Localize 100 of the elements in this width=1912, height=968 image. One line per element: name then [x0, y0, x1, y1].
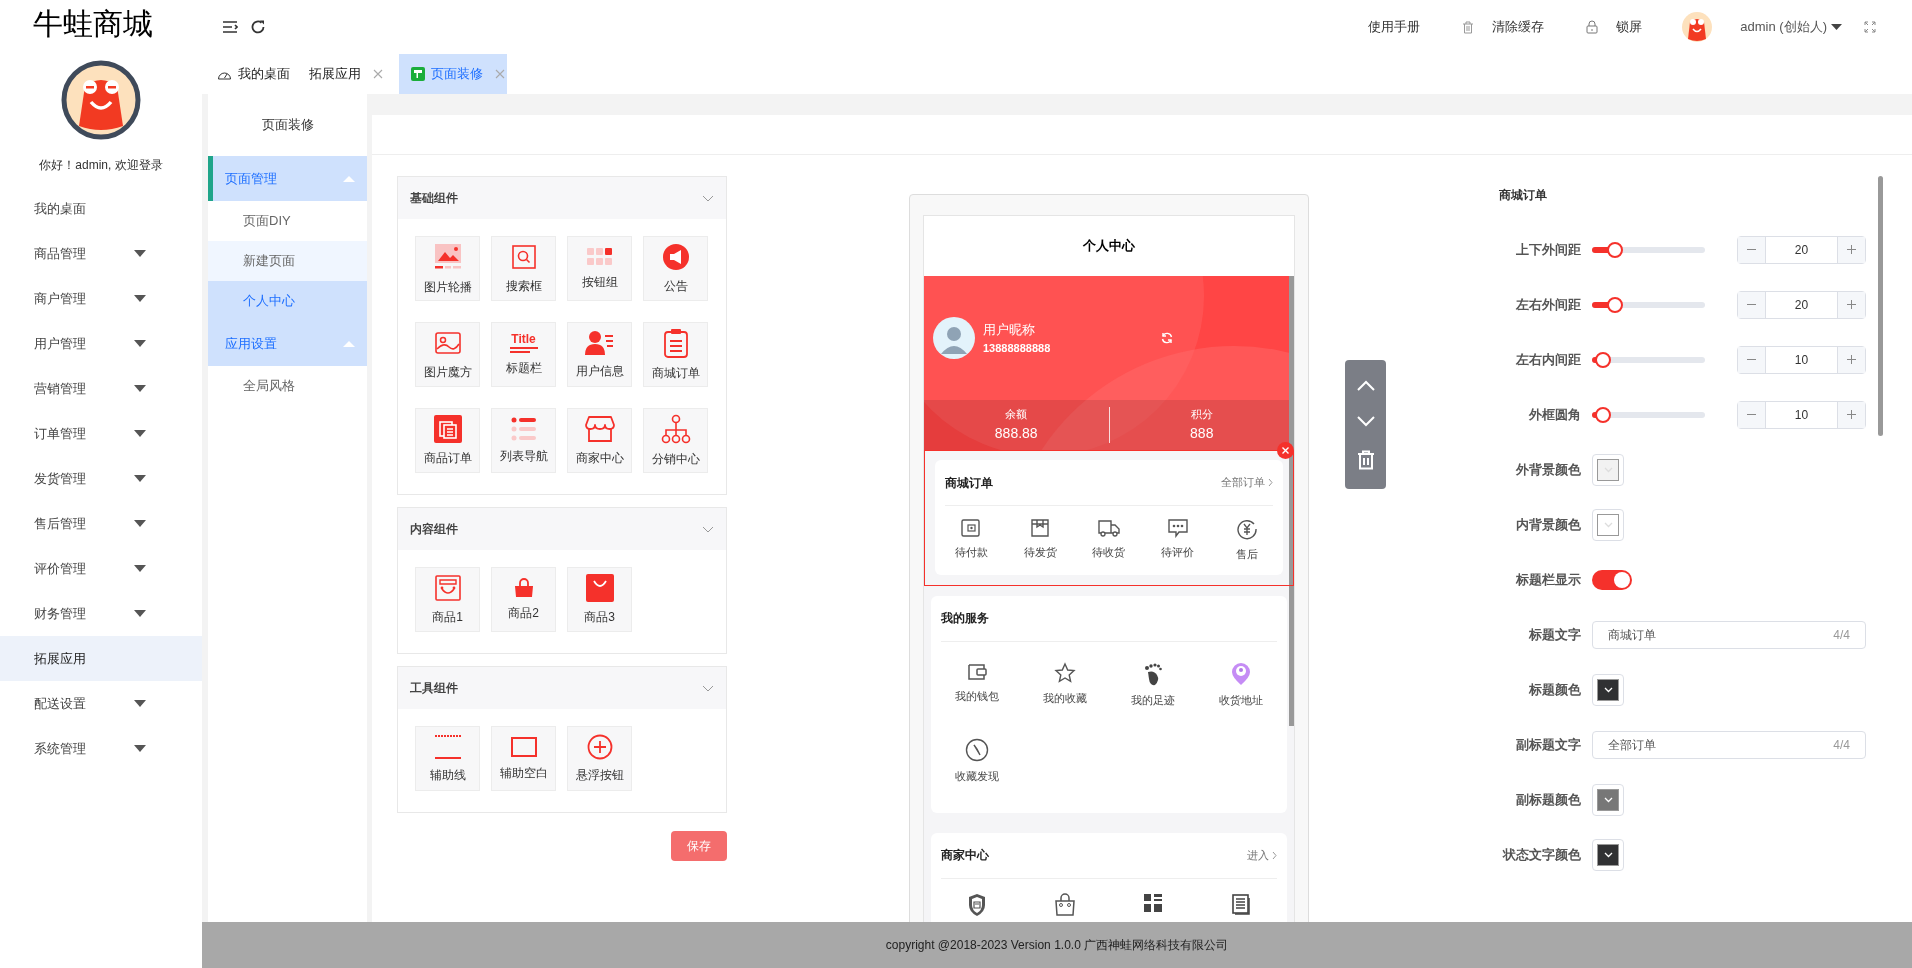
component-tile[interactable]: 搜索框: [491, 236, 556, 301]
shortcut-item[interactable]: 待发货: [1005, 518, 1075, 563]
yen-icon: [1235, 518, 1258, 540]
document-icon: [433, 414, 462, 443]
panel-header[interactable]: 工具组件: [398, 667, 726, 709]
component-tile[interactable]: 图片魔方: [415, 322, 480, 387]
stat-value: 888.88: [994, 423, 1038, 443]
component-tile[interactable]: 公告: [643, 236, 708, 301]
component-tile[interactable]: 按钮组: [567, 236, 632, 301]
shortcut-item[interactable]: 待评价: [1143, 518, 1213, 563]
shortcut-item[interactable]: 我的足迹: [1109, 661, 1197, 708]
slider-thumb[interactable]: [1595, 351, 1612, 368]
component-tile[interactable]: 商家中心: [567, 408, 632, 473]
text-input[interactable]: 商城订单 4/4: [1592, 620, 1866, 649]
tab[interactable]: 我的桌面: [207, 54, 297, 94]
lock-icon[interactable]: [1586, 20, 1599, 34]
slider-thumb[interactable]: [1606, 241, 1623, 258]
handbag-icon: [512, 577, 535, 598]
shield-icon[interactable]: [967, 892, 987, 917]
shortcut-item[interactable]: 待收货: [1074, 518, 1144, 563]
slider[interactable]: [1592, 350, 1705, 369]
scrollbar[interactable]: [1289, 276, 1294, 726]
increment-button[interactable]: [1837, 401, 1865, 428]
fullscreen-icon[interactable]: [1864, 21, 1876, 33]
submenu-item[interactable]: 新建页面: [208, 241, 367, 281]
component-tile[interactable]: 商品订单: [415, 408, 480, 473]
refresh-icon[interactable]: [250, 19, 266, 35]
search-icon: [509, 242, 538, 271]
chevron-icon: [1603, 796, 1613, 803]
caret-icon: [134, 385, 146, 392]
move-up-icon[interactable]: [1355, 379, 1376, 392]
caret-icon: [1831, 24, 1842, 30]
header-link[interactable]: 使用手册: [1368, 17, 1421, 37]
component-tile[interactable]: 辅助线: [415, 726, 480, 791]
menu-fold-icon[interactable]: [222, 20, 238, 34]
more-link[interactable]: 进入: [1247, 846, 1277, 864]
component-tile[interactable]: 商品3: [567, 567, 632, 632]
slider-thumb[interactable]: [1606, 296, 1623, 313]
close-icon[interactable]: [373, 69, 383, 79]
remove-icon[interactable]: [1277, 442, 1294, 459]
move-down-icon[interactable]: [1355, 414, 1376, 427]
header-link[interactable]: 锁屏: [1616, 17, 1643, 37]
slider[interactable]: [1592, 295, 1705, 314]
panel-header[interactable]: 内容组件: [398, 508, 726, 550]
chevron-icon: [1268, 478, 1273, 487]
trash-icon[interactable]: [1462, 20, 1475, 34]
component-tile[interactable]: 商品2: [491, 567, 556, 632]
field-label: 左右内间距: [1515, 350, 1581, 369]
panel-header[interactable]: 基础组件: [398, 177, 726, 219]
component-tile[interactable]: 图片轮播: [415, 236, 480, 301]
document-icon[interactable]: [1230, 892, 1252, 915]
field-label: 状态文字颜色: [1501, 845, 1581, 864]
component-tile[interactable]: 商品1: [415, 567, 480, 632]
slider-thumb[interactable]: [1595, 406, 1612, 423]
stat-value: 888: [1190, 423, 1214, 443]
shortcut-item[interactable]: 我的钱包: [933, 661, 1021, 708]
scrollbar[interactable]: [1878, 176, 1883, 436]
number-input[interactable]: 20: [1737, 290, 1866, 319]
component-tile[interactable]: 分销中心: [643, 408, 708, 473]
component-tile[interactable]: 悬浮按钮: [567, 726, 632, 791]
component-tile[interactable]: 商城订单: [643, 322, 708, 387]
toggle-switch[interactable]: [1592, 569, 1632, 590]
number-input[interactable]: 10: [1737, 345, 1866, 374]
user-menu[interactable]: admin (创始人): [1740, 17, 1842, 37]
menu-item[interactable]: 拓展应用: [0, 636, 202, 681]
field-label: 内背景颜色: [1515, 515, 1581, 534]
component-tile[interactable]: Title 标题栏: [491, 322, 556, 387]
component-tile[interactable]: 用户信息: [567, 322, 632, 387]
more-link[interactable]: 全部订单: [1221, 474, 1273, 491]
tab[interactable]: 拓展应用: [297, 54, 399, 94]
text-input[interactable]: 全部订单 4/4: [1592, 730, 1866, 759]
stat-label: 积分: [1190, 407, 1213, 423]
caret-icon: [134, 745, 146, 752]
shortcut-item[interactable]: 待付款: [937, 518, 1006, 563]
shortcut-item[interactable]: 我的收藏: [1021, 661, 1109, 708]
increment-button[interactable]: [1837, 236, 1865, 263]
caret-icon: [134, 700, 146, 707]
component-tile[interactable]: 列表导航: [491, 408, 556, 473]
slider[interactable]: [1592, 240, 1705, 259]
section-title: 商城订单: [945, 474, 994, 492]
delete-icon[interactable]: [1356, 449, 1375, 470]
shortcut-item[interactable]: 收货地址: [1197, 661, 1285, 708]
header-link[interactable]: 清除缓存: [1492, 17, 1545, 37]
collapse-icon: [343, 340, 355, 347]
caret-icon: [134, 295, 146, 302]
shortcut-item[interactable]: 收藏发现: [933, 738, 1021, 785]
field-label: 左右外间距: [1515, 295, 1581, 314]
shortcut-item[interactable]: 售后: [1212, 518, 1281, 563]
number-input[interactable]: 10: [1737, 400, 1866, 429]
caret-icon: [134, 250, 146, 257]
user-phone: 13888888888: [983, 340, 1051, 356]
number-input[interactable]: 20: [1737, 235, 1866, 264]
user-avatar[interactable]: [1682, 12, 1713, 42]
increment-button[interactable]: [1837, 291, 1865, 318]
grid-icon[interactable]: [1143, 892, 1163, 913]
component-tile[interactable]: 辅助空白: [491, 726, 556, 791]
section-title: 我的服务: [941, 610, 990, 627]
increment-button[interactable]: [1837, 346, 1865, 373]
shopping-bag-icon[interactable]: [1053, 892, 1077, 917]
slider[interactable]: [1592, 405, 1705, 424]
